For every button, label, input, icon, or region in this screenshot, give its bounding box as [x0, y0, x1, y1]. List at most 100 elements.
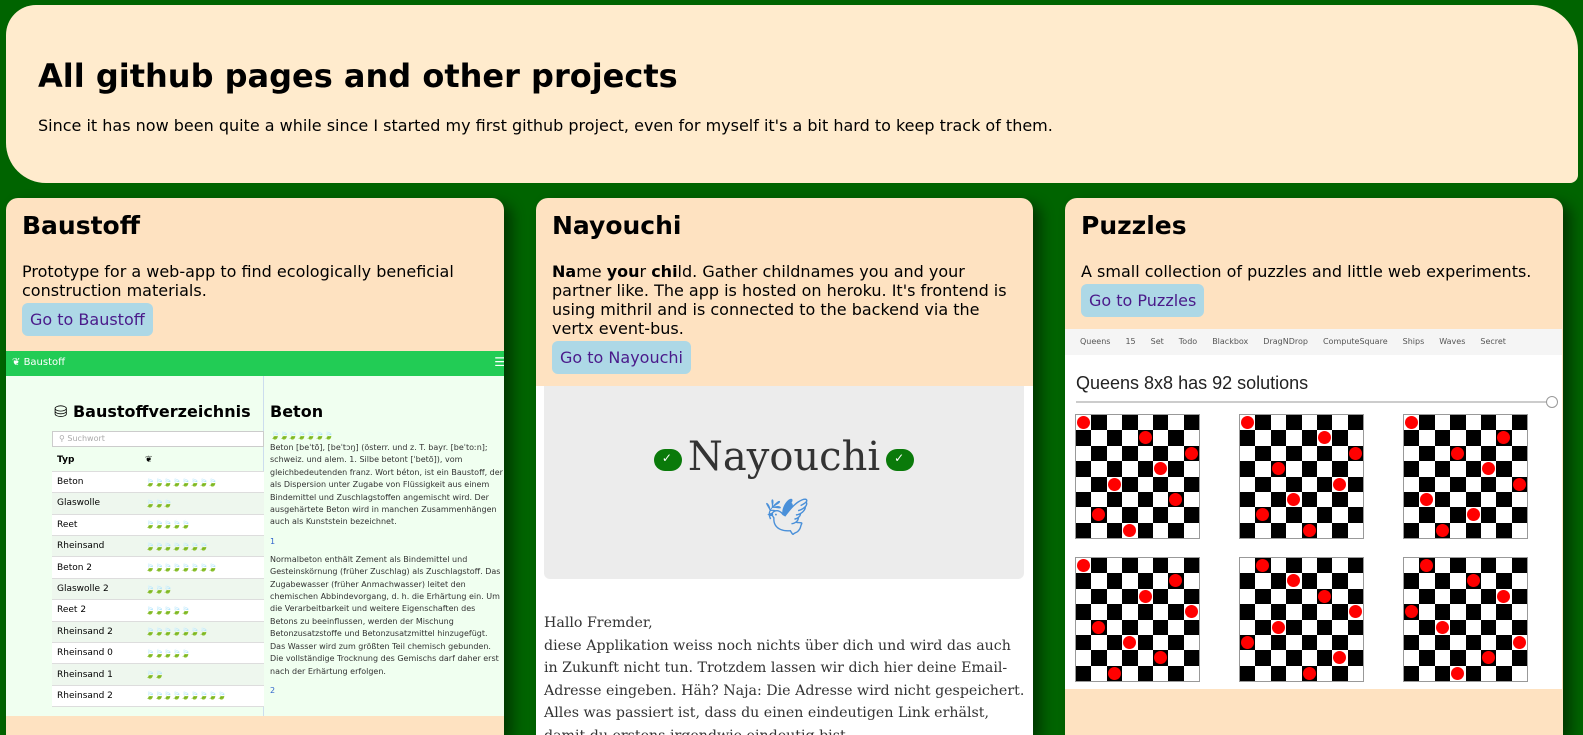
board-square	[1450, 650, 1466, 666]
board-square	[1465, 619, 1481, 635]
board-square	[1465, 665, 1481, 681]
board-square	[1122, 573, 1138, 589]
go-to-nayouchi-button[interactable]: Go to Nayouchi	[552, 341, 691, 374]
puzzles-preview-image[interactable]: Queens 15 Set Todo Blackbox DragNDrop ComputeS…	[1065, 329, 1562, 689]
board-square	[1137, 507, 1153, 523]
go-to-puzzles-button[interactable]: Go to Puzzles	[1081, 284, 1205, 317]
board-square	[1419, 522, 1435, 538]
board-square	[1434, 665, 1451, 681]
board-square	[1404, 573, 1420, 589]
board-square	[1511, 491, 1527, 508]
board-square	[1122, 558, 1138, 574]
desc-bold-2: you	[606, 262, 640, 281]
nayouchi-logo: Nayouchi	[544, 434, 1024, 480]
board-square	[1286, 650, 1302, 666]
board-square	[1316, 558, 1333, 574]
board-square	[1152, 634, 1169, 651]
detail-rating: 🍃🍃🍃🍃🍃🍃🍃	[270, 431, 334, 440]
board-square	[1316, 476, 1333, 492]
board-square	[1255, 430, 1271, 446]
board-square	[1152, 491, 1169, 508]
board-square	[1404, 650, 1420, 666]
board-square	[1316, 650, 1333, 666]
board-square	[1301, 507, 1317, 523]
queen-marker	[1241, 416, 1254, 429]
board-square	[1122, 507, 1138, 523]
board-square	[1122, 491, 1138, 508]
board-square	[1511, 604, 1527, 620]
board-square	[1316, 634, 1333, 651]
board-square	[1332, 558, 1348, 574]
board-square	[1240, 476, 1256, 492]
board-square	[1332, 430, 1348, 446]
board-square	[1152, 507, 1169, 523]
board-square	[1168, 634, 1184, 651]
board-square	[1106, 430, 1123, 446]
board-square	[1286, 430, 1302, 446]
queen-marker	[1184, 446, 1198, 460]
board-square	[1301, 558, 1317, 574]
queen-marker	[1107, 666, 1121, 680]
board-square	[1255, 491, 1271, 508]
row-rating: 🍃🍃	[140, 663, 264, 686]
queen-marker	[1271, 462, 1285, 476]
board-square	[1106, 558, 1123, 574]
table-row: Rheinsand 0 🍃🍃🍃🍃🍃	[52, 642, 264, 665]
board-square	[1076, 491, 1092, 508]
board-square	[1301, 634, 1317, 651]
puzzles-nav-item: 15	[1125, 337, 1136, 346]
board-square	[1301, 573, 1317, 589]
board-square	[1183, 665, 1199, 681]
board-square	[1106, 604, 1123, 620]
board-square	[1152, 588, 1169, 605]
board-square	[1152, 445, 1169, 462]
board-square	[1106, 415, 1123, 431]
board-square	[1286, 461, 1302, 477]
go-to-baustoff-button[interactable]: Go to Baustoff	[22, 303, 153, 336]
board-square	[1286, 558, 1302, 574]
board-square	[1286, 507, 1302, 523]
board-square	[1122, 604, 1138, 620]
search-placeholder: Suchwort	[67, 434, 105, 443]
board-square	[1091, 588, 1107, 605]
puzzles-nav-item: Todo	[1178, 337, 1198, 346]
stork-icon: 🕊	[764, 497, 810, 538]
board-square	[1419, 573, 1435, 589]
board-square	[1183, 619, 1199, 635]
menu-icon: ☰	[494, 355, 504, 369]
board-square	[1168, 522, 1184, 538]
board-square	[1332, 415, 1348, 431]
board-square	[1106, 507, 1123, 523]
board-square	[1168, 445, 1184, 462]
board-square	[1496, 461, 1512, 477]
row-name: Rheinsand 1	[52, 663, 140, 686]
board-square	[1434, 461, 1451, 477]
desc-bold-3: chi	[651, 262, 678, 281]
nayouchi-preview-image[interactable]: Nayouchi 🕊 Hallo Fremder,diese Applikati…	[536, 386, 1033, 735]
queen-marker	[1481, 462, 1495, 476]
board-square	[1465, 604, 1481, 620]
board-square	[1347, 476, 1363, 492]
table-row: Rheinsand 🍃🍃🍃🍃🍃🍃🍃	[52, 535, 264, 558]
board-square	[1137, 573, 1153, 589]
board-square	[1450, 461, 1466, 477]
board-square	[1419, 619, 1435, 635]
puzzles-nav-item: Queens	[1080, 337, 1111, 346]
card-nayouchi: Nayouchi Name your child. Gather childna…	[536, 198, 1033, 735]
baustoff-preview-image[interactable]: ❦ Baustoff ☰ ⛁ Baustoffverzeichnis ⚲ Suc…	[6, 351, 504, 716]
catalog-icon: ⛁	[54, 402, 73, 421]
board-square	[1255, 604, 1271, 620]
page-subtitle: Since it has now been quite a while sinc…	[38, 116, 1053, 135]
preview-nav-title: Baustoff	[23, 357, 66, 368]
puzzles-nav-item: Waves	[1439, 337, 1466, 346]
board-square	[1137, 491, 1153, 508]
row-rating: 🍃🍃🍃🍃🍃🍃🍃	[140, 535, 264, 558]
row-name: Reet 2	[52, 599, 140, 622]
board-square	[1091, 604, 1107, 620]
board-square	[1434, 604, 1451, 620]
queen-marker	[1302, 666, 1316, 680]
board-square	[1511, 588, 1527, 605]
board-square	[1496, 522, 1512, 538]
row-name: Rheinsand 2	[52, 685, 140, 708]
board-square	[1286, 588, 1302, 605]
